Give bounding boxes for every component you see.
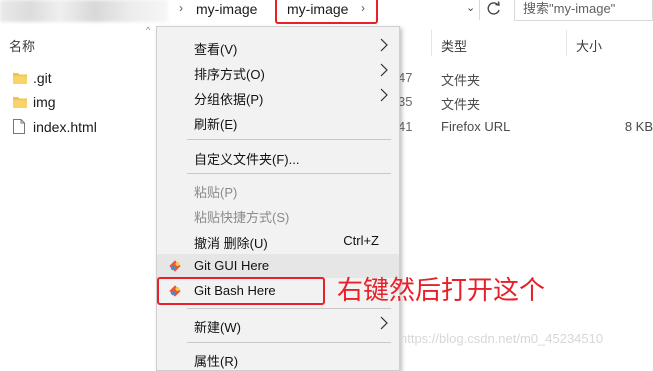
file-name: img bbox=[33, 94, 56, 110]
refresh-icon[interactable] bbox=[484, 0, 504, 18]
file-name: .git bbox=[33, 70, 52, 86]
file-date-fragment: 47 bbox=[398, 70, 413, 85]
file-date-fragment: 41 bbox=[398, 119, 413, 134]
chevron-right-icon[interactable]: › bbox=[179, 1, 183, 15]
chevron-right-icon[interactable]: › bbox=[361, 1, 365, 15]
sort-caret-icon: ^ bbox=[146, 25, 151, 35]
menu-item-shortcut: Ctrl+Z bbox=[343, 233, 379, 248]
submenu-arrow-icon bbox=[380, 63, 388, 77]
menu-separator bbox=[187, 308, 391, 309]
blurred-address-segment bbox=[0, 0, 168, 22]
column-divider[interactable] bbox=[566, 30, 567, 56]
column-header-size[interactable]: 大小 bbox=[576, 36, 602, 55]
menu-item-paste[interactable]: 粘贴(P) bbox=[157, 178, 399, 202]
menu-item-refresh[interactable]: 刷新(E) bbox=[157, 110, 399, 134]
menu-separator bbox=[187, 139, 391, 140]
menu-item-new[interactable]: 新建(W) bbox=[157, 313, 399, 337]
context-menu: 查看(V) 排序方式(O) 分组依据(P) 刷新(E) 自定义文件夹(F)...… bbox=[156, 26, 400, 371]
menu-item-undo-delete[interactable]: 撤消 删除(U) Ctrl+Z bbox=[157, 229, 399, 253]
column-divider[interactable] bbox=[431, 30, 432, 56]
breadcrumb-my-image-current[interactable]: my-image bbox=[287, 0, 348, 18]
menu-item-label: 粘贴快捷方式(S) bbox=[194, 210, 290, 225]
menu-item-label: 排序方式(O) bbox=[194, 67, 265, 82]
search-placeholder: 搜索"my-image" bbox=[523, 1, 616, 16]
git-gui-icon bbox=[169, 260, 181, 272]
folder-icon bbox=[13, 97, 27, 108]
watermark: https://blog.csdn.net/m0_45234510 bbox=[400, 331, 604, 346]
menu-item-label: 撤消 删除(U) bbox=[194, 236, 268, 251]
menu-item-paste-shortcut[interactable]: 粘贴快捷方式(S) bbox=[157, 203, 399, 227]
file-type: 文件夹 bbox=[441, 73, 481, 88]
git-bash-highlight-box bbox=[157, 277, 325, 305]
submenu-arrow-icon bbox=[380, 38, 388, 52]
file-date-fragment: 35 bbox=[398, 94, 413, 109]
menu-item-label: 刷新(E) bbox=[194, 117, 238, 132]
menu-item-label: Git GUI Here bbox=[194, 258, 270, 273]
menu-item-label: 自定义文件夹(F)... bbox=[194, 152, 300, 167]
submenu-arrow-icon bbox=[380, 316, 388, 330]
file-size: 8 KB bbox=[624, 119, 653, 134]
file-name: index.html bbox=[33, 119, 97, 135]
breadcrumb-my-image-parent[interactable]: my-image bbox=[196, 0, 257, 18]
html-file-icon bbox=[13, 119, 25, 134]
menu-item-view[interactable]: 查看(V) bbox=[157, 35, 399, 59]
menu-separator bbox=[187, 342, 391, 343]
menu-item-label: 查看(V) bbox=[194, 42, 238, 57]
divider bbox=[479, 0, 480, 20]
menu-separator bbox=[187, 173, 391, 174]
file-type: Firefox URL bbox=[441, 119, 511, 134]
folder-icon bbox=[13, 73, 27, 84]
address-dropdown-icon[interactable]: ⌄ bbox=[466, 1, 475, 14]
menu-item-label: 粘贴(P) bbox=[194, 185, 238, 200]
menu-item-label: 属性(R) bbox=[194, 354, 239, 369]
column-header-type[interactable]: 类型 bbox=[441, 36, 467, 55]
menu-item-customize-folder[interactable]: 自定义文件夹(F)... bbox=[157, 145, 399, 169]
menu-item-label: 新建(W) bbox=[194, 320, 241, 335]
column-header-name[interactable]: 名称 bbox=[9, 36, 35, 55]
file-type: 文件夹 bbox=[441, 97, 481, 112]
menu-item-group-by[interactable]: 分组依据(P) bbox=[157, 85, 399, 109]
submenu-arrow-icon bbox=[380, 88, 388, 102]
menu-item-sort-by[interactable]: 排序方式(O) bbox=[157, 60, 399, 84]
annotation-text: 右键然后打开这个 bbox=[337, 276, 546, 306]
menu-item-properties[interactable]: 属性(R) bbox=[157, 347, 399, 371]
menu-item-label: 分组依据(P) bbox=[194, 92, 264, 107]
